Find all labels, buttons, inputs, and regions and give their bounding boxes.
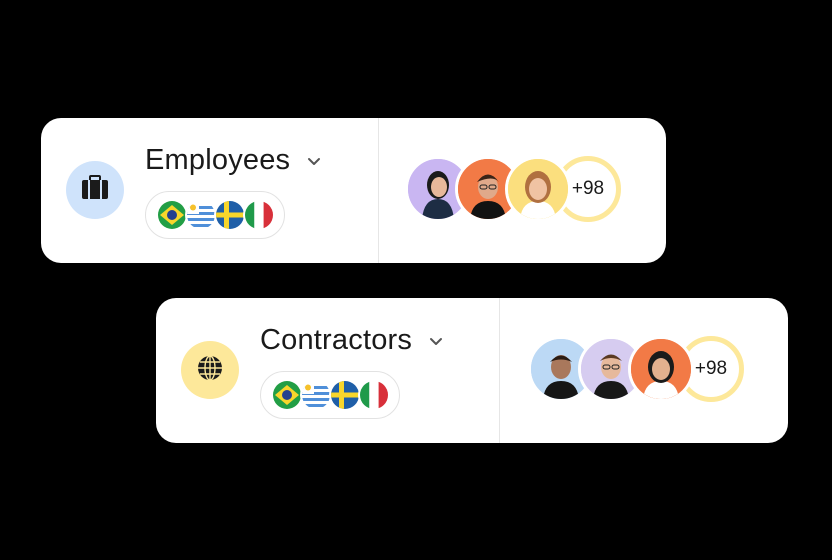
employees-card[interactable]: Employees +98 [41, 118, 666, 263]
brazil-flag-icon [156, 199, 188, 231]
uruguay-flag-icon [300, 379, 332, 411]
contractors-badge [181, 341, 239, 399]
employees-avatar-group[interactable]: +98 [405, 156, 621, 222]
contractors-dropdown[interactable]: Contractors [260, 324, 444, 357]
contractors-card[interactable]: Contractors +98 [156, 298, 788, 443]
italy-flag-icon [358, 379, 390, 411]
contractors-group-header: Contractors [156, 298, 499, 443]
sweden-flag-icon [329, 379, 361, 411]
chevron-down-icon[interactable] [306, 153, 322, 169]
employees-group-header: Employees [41, 118, 378, 263]
sweden-flag-icon [214, 199, 246, 231]
brazil-flag-icon [271, 379, 303, 411]
contractors-country-flags[interactable] [260, 371, 400, 419]
employees-country-flags[interactable] [145, 191, 285, 239]
contractors-members: +98 [500, 298, 788, 443]
employees-badge [66, 161, 124, 219]
employees-members: +98 [379, 118, 666, 263]
uruguay-flag-icon [185, 199, 217, 231]
italy-flag-icon [243, 199, 275, 231]
briefcase-icon [80, 173, 110, 208]
globe-icon [195, 353, 225, 388]
chevron-down-icon[interactable] [428, 333, 444, 349]
employees-dropdown[interactable]: Employees [145, 144, 322, 177]
avatar[interactable] [628, 336, 694, 402]
contractors-title: Contractors [260, 324, 413, 356]
contractors-avatar-group[interactable]: +98 [528, 336, 744, 402]
employees-title: Employees [145, 144, 291, 176]
avatar[interactable] [505, 156, 571, 222]
